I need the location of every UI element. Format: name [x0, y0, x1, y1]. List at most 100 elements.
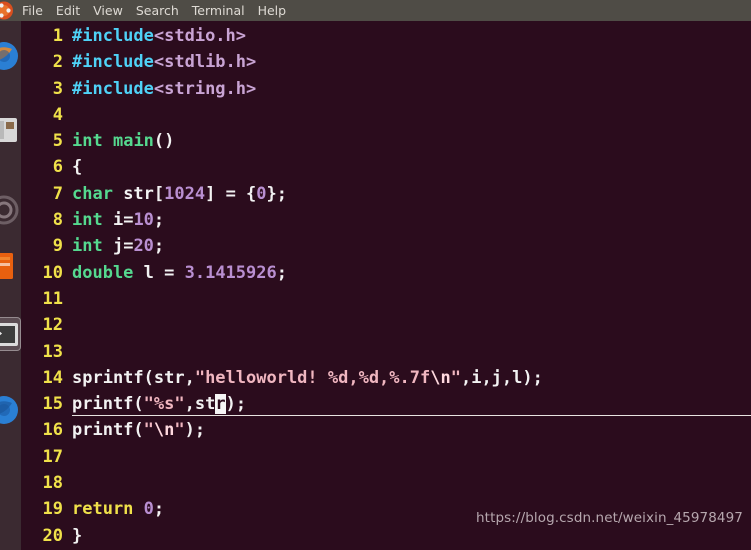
code-line[interactable]: 18 [21, 470, 751, 496]
code-token-plain: } [72, 525, 83, 546]
libreoffice-icon [0, 253, 13, 279]
code-token-plain: ; [153, 499, 165, 520]
code-token-num: 0 [256, 183, 267, 204]
launcher-item-software[interactable] [0, 193, 21, 227]
line-content[interactable]: #include<stdio.h> [72, 23, 751, 49]
code-line[interactable]: 3 #include<string.h> [21, 76, 751, 102]
code-token-num: 10 [133, 210, 154, 231]
file-manager-icon [0, 118, 17, 142]
code-token-plain: l = [133, 262, 185, 283]
menu-bar-items: File Edit View Search Terminal Help [22, 0, 299, 21]
ubuntu-logo-icon[interactable] [0, 0, 21, 21]
line-number: 18 [42, 473, 63, 494]
watermark-text: https://blog.csdn.net/weixin_45978497 [476, 510, 743, 526]
line-number: 15 [42, 394, 63, 415]
launcher-item-terminal[interactable] [0, 317, 21, 351]
software-center-icon [0, 195, 19, 225]
line-content[interactable]: int main() [72, 128, 751, 154]
menu-view[interactable]: View [93, 0, 123, 21]
code-token-plain: }; [266, 183, 288, 204]
launcher-item-firefox[interactable] [0, 39, 21, 73]
menu-file[interactable]: File [22, 0, 43, 21]
code-token-pre: #include [72, 52, 154, 73]
code-token-plain: ); [225, 394, 247, 415]
code-token-kw: double [72, 262, 134, 283]
code-line[interactable]: 6{ [21, 154, 751, 180]
code-token-plain: ; [276, 262, 287, 283]
menu-terminal[interactable]: Terminal [192, 0, 245, 21]
code-line[interactable]: 5 int main() [21, 128, 751, 154]
line-content[interactable]: int j=20; [72, 233, 751, 259]
line-number: 8 [52, 210, 63, 231]
code-token-kw: char [72, 183, 113, 204]
code-token-num: 3.1415926 [184, 262, 277, 283]
launcher-item-browser-two[interactable] [0, 393, 21, 427]
desktop-screen: File Edit View Search Terminal Help 1 #include… [0, 0, 751, 550]
code-token-hdr: <stdio.h> [153, 26, 247, 46]
code-token-plain: () [153, 131, 175, 152]
line-number: 2 [52, 52, 63, 73]
code-token-plain: i= [102, 210, 134, 231]
line-content[interactable]: #include<stdlib.h> [72, 49, 751, 75]
line-content[interactable]: #include<string.h> [72, 76, 751, 102]
line-content[interactable]: double l = 3.1415926; [72, 260, 751, 286]
code-token-kw: int [72, 236, 103, 257]
code-line[interactable]: 14 sprintf(str,"helloworld! %d,%d,%.7f\n"… [21, 365, 751, 391]
code-token-hdr: <stdlib.h> [153, 52, 257, 73]
code-token-plain: printf( [72, 394, 144, 415]
code-line[interactable]: 9 int j=20; [21, 233, 751, 259]
line-content[interactable]: int i=10; [72, 207, 751, 233]
browser-icon [0, 396, 18, 424]
code-line[interactable]: 20} [21, 523, 751, 549]
code-line[interactable]: 16 printf("\n"); [21, 417, 751, 443]
code-token-plain: ); [184, 420, 206, 441]
code-token-hdr: <string.h> [153, 78, 257, 99]
text-cursor: r [215, 394, 226, 415]
line-number: 17 [42, 446, 63, 467]
menu-search[interactable]: Search [136, 0, 179, 21]
code-editor[interactable]: 1 #include<stdio.h> 2 #include<stdlib.h> 3 #i… [21, 23, 751, 549]
code-line[interactable]: 13 [21, 339, 751, 365]
line-content[interactable]: printf("%s",str); [72, 391, 751, 417]
code-line[interactable]: 11 [21, 286, 751, 312]
code-token-pre: #include [72, 26, 154, 46]
line-number: 6 [52, 157, 63, 178]
code-line[interactable]: 12 [21, 312, 751, 338]
code-line[interactable]: 8 int i=10; [21, 207, 751, 233]
line-content[interactable]: { [72, 154, 751, 180]
code-token-str: " [174, 420, 185, 441]
firefox-icon [0, 42, 18, 70]
terminal-window[interactable]: 1 #include<stdio.h> 2 #include<stdlib.h> 3 #i… [21, 21, 751, 550]
code-token-num: 0 [143, 499, 154, 520]
code-token-esc: \n [153, 420, 175, 441]
line-number: 11 [42, 288, 63, 309]
line-number: 12 [42, 315, 63, 336]
code-line[interactable]: 15 printf("%s",str); [21, 391, 751, 417]
line-number: 7 [52, 183, 63, 204]
terminal-icon [0, 323, 18, 346]
line-number: 9 [52, 236, 63, 257]
code-line[interactable]: 4 [21, 102, 751, 128]
menu-help[interactable]: Help [258, 0, 287, 21]
code-line[interactable]: 17 [21, 444, 751, 470]
launcher-item-libreoffice[interactable] [0, 249, 21, 283]
line-number: 13 [42, 341, 63, 362]
launcher-item-files[interactable] [0, 113, 21, 147]
code-token-plain: ,i,j,l); [460, 367, 543, 388]
code-token-pre: #include [72, 78, 154, 99]
code-line[interactable]: 7 char str[1024] = {0}; [21, 181, 751, 207]
menu-edit[interactable]: Edit [56, 0, 80, 21]
line-content[interactable]: char str[1024] = {0}; [72, 181, 751, 207]
line-content[interactable]: printf("\n"); [72, 417, 751, 443]
line-number: 4 [52, 104, 63, 125]
line-content[interactable]: } [72, 523, 751, 549]
code-token-str: " [143, 420, 154, 441]
code-line[interactable]: 2 #include<stdlib.h> [21, 49, 751, 75]
code-token-plain: ,st [184, 394, 216, 415]
code-token-str: "helloworld! %d,%d,%.7f [194, 367, 431, 388]
code-line[interactable]: 1 #include<stdio.h> [21, 23, 751, 49]
line-number: 19 [42, 499, 63, 520]
line-content[interactable]: sprintf(str,"helloworld! %d,%d,%.7f\n",i… [72, 365, 751, 391]
code-line[interactable]: 10 double l = 3.1415926; [21, 260, 751, 286]
